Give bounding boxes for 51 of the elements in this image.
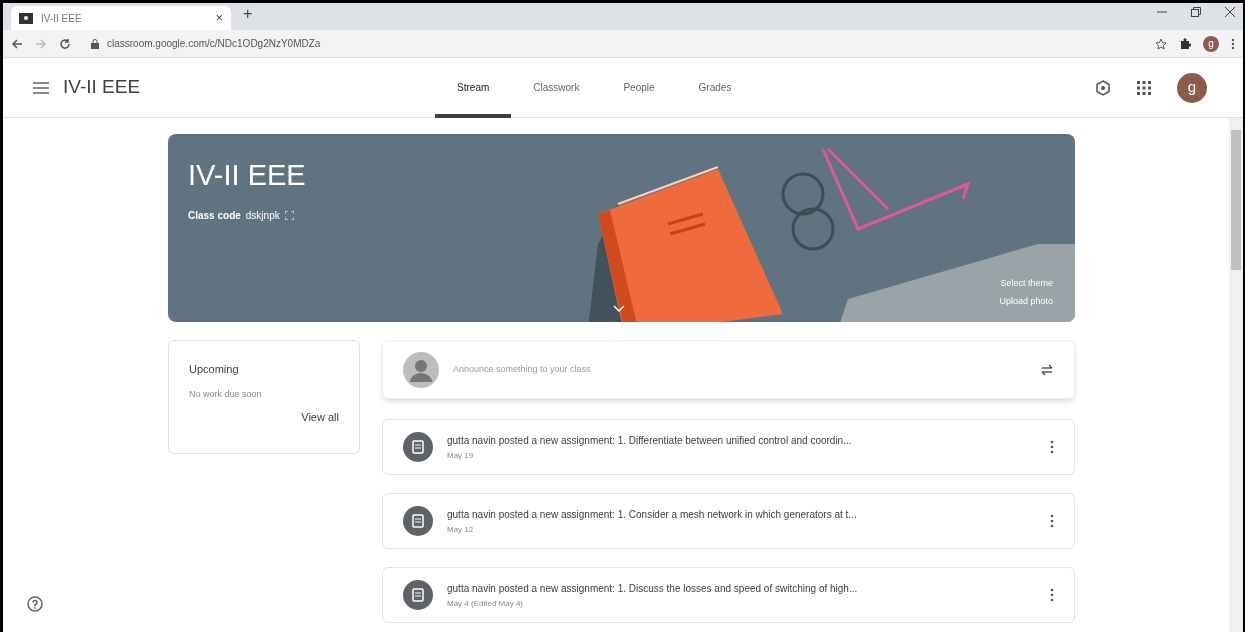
class-name[interactable]: IV-II EEE	[63, 73, 141, 102]
puzzle-piece-icon[interactable]	[1179, 37, 1191, 50]
class-code-label: Class code	[188, 208, 241, 223]
reload-icon[interactable]	[59, 37, 71, 50]
nav-tab[interactable]: Grades	[676, 57, 754, 118]
more-icon[interactable]	[1050, 440, 1054, 454]
more-icon[interactable]	[1050, 514, 1054, 528]
browser-tab[interactable]: IV-II EEE ×	[11, 6, 231, 30]
help-icon[interactable]	[27, 596, 43, 612]
post-title: gutta navin posted a new assignment: 1. Discuss the losses and speed of switching of high...	[447, 581, 859, 596]
post-title: gutta navin posted a new assignment: 1. Differentiate between unified control and coordin...	[447, 433, 853, 448]
post-date: May 12	[447, 523, 475, 536]
upcoming-message: No work due soon	[189, 387, 263, 401]
star-icon[interactable]	[1155, 37, 1167, 50]
fullscreen-icon[interactable]	[284, 210, 294, 220]
assignment-icon	[403, 580, 433, 610]
nav-tab[interactable]: Stream	[435, 57, 512, 118]
apps-grid-icon[interactable]	[1137, 80, 1151, 95]
more-icon[interactable]	[1231, 37, 1235, 50]
close-icon[interactable]	[1225, 7, 1235, 17]
tab-title: IV-II EEE	[41, 11, 83, 26]
announce-field[interactable]: Announce something to your class	[453, 362, 1026, 377]
view-all-link[interactable]: View all	[301, 409, 339, 426]
nav-tab[interactable]: Classwork	[511, 57, 602, 118]
repost-icon[interactable]	[1040, 362, 1054, 377]
post-date: May 19	[447, 449, 475, 462]
lock-icon	[91, 38, 99, 49]
back-icon[interactable]	[11, 37, 23, 50]
class-code: dskjnpk	[245, 208, 280, 223]
chevron-down-icon[interactable]	[613, 305, 625, 313]
classroom-favicon-icon	[19, 12, 33, 24]
post-card[interactable]: gutta navin posted a new assignment: 1. Discuss the losses and speed of switching of high... May 4 (Edited May 4)	[382, 567, 1075, 623]
user-avatar-icon	[403, 351, 439, 388]
post-card[interactable]: gutta navin posted a new assignment: 1. Consider a mesh network in which generators at t... May 12	[382, 493, 1075, 549]
post-date: May 4 (Edited May 4)	[447, 597, 525, 610]
assignment-icon	[403, 506, 433, 536]
post-title: gutta navin posted a new assignment: 1. Consider a mesh network in which generators at t...	[447, 507, 858, 522]
profile-avatar[interactable]: g	[1203, 35, 1219, 52]
class-title: IV-II EEE	[188, 158, 306, 193]
new-tab-button[interactable]: +	[243, 3, 253, 26]
restore-icon[interactable]	[1191, 7, 1201, 17]
scrollbar[interactable]	[1229, 118, 1243, 632]
more-icon[interactable]	[1050, 588, 1054, 602]
nav-tab[interactable]: People	[601, 57, 677, 118]
menu-icon[interactable]	[33, 81, 49, 94]
assignment-icon	[403, 432, 433, 462]
post-card[interactable]: gutta navin posted a new assignment: 1. Differentiate between unified control and coordin... May 19	[382, 419, 1075, 475]
settings-icon[interactable]	[1095, 79, 1111, 96]
upcoming-title: Upcoming	[189, 362, 240, 377]
account-avatar[interactable]: g	[1177, 72, 1207, 103]
close-tab-button[interactable]: ×	[215, 8, 223, 28]
